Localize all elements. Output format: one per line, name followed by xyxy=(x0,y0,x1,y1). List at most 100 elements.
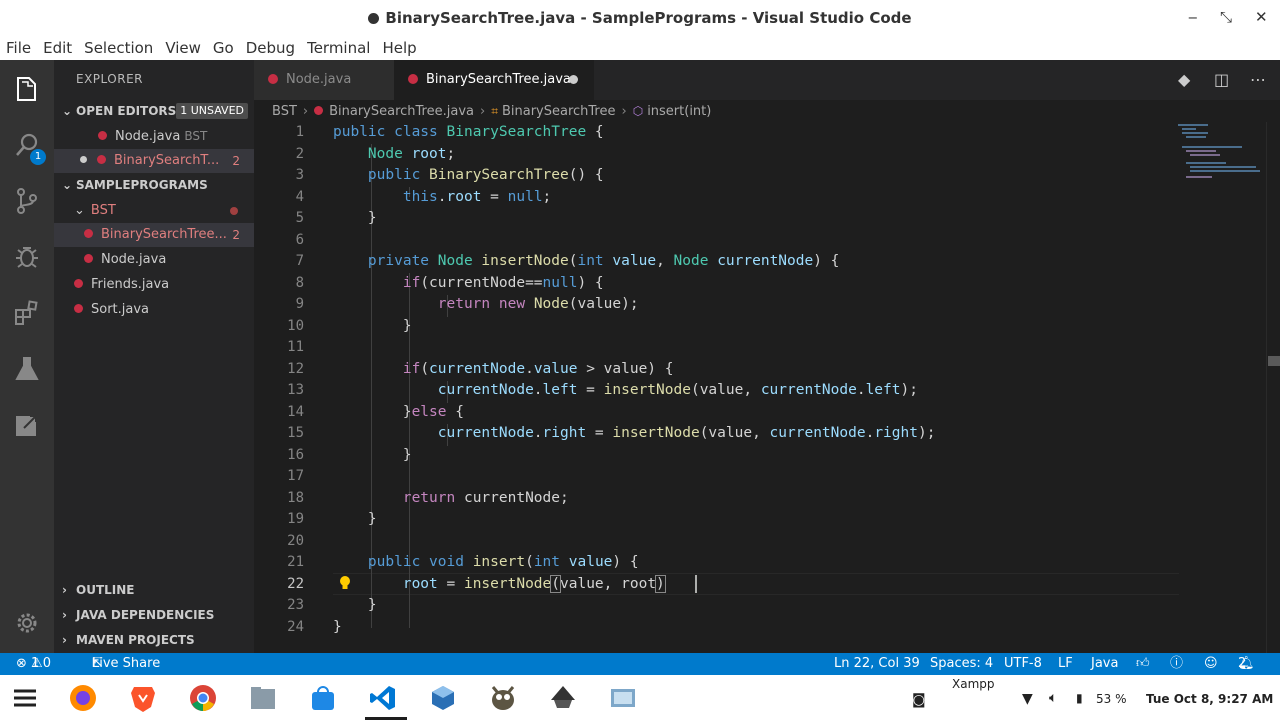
vscode-icon[interactable] xyxy=(368,683,398,713)
method-icon: ⬡ xyxy=(632,104,644,118)
git-compare-icon[interactable]: ◆ xyxy=(1178,70,1190,89)
menu-terminal[interactable]: Terminal xyxy=(307,39,370,57)
warning-count: 0 xyxy=(42,656,51,671)
cursor-position[interactable]: Ln 22, Col 39 xyxy=(834,653,920,675)
file-friends-java[interactable]: Friends.java xyxy=(54,273,254,297)
breadcrumb-method[interactable]: insert(int) xyxy=(647,104,711,119)
java-file-icon xyxy=(84,229,93,238)
tab-node-java[interactable]: Node.java xyxy=(254,60,394,100)
live-share-icon[interactable] xyxy=(12,410,42,440)
menu-icon[interactable] xyxy=(10,683,40,713)
breadcrumb-file[interactable]: BinarySearchTree.java xyxy=(329,104,474,119)
source-control-icon[interactable] xyxy=(12,186,42,216)
chevron-down-icon: ⌄ xyxy=(62,178,73,192)
menu-view[interactable]: View xyxy=(165,39,201,57)
screen-capture-icon[interactable] xyxy=(608,683,638,713)
debug-icon[interactable] xyxy=(12,242,42,272)
volume-icon[interactable]: 🔈︎ xyxy=(1049,690,1057,706)
title-bar: BinarySearchTree.java - SamplePrograms -… xyxy=(0,0,1280,36)
extensions-icon[interactable] xyxy=(12,298,42,328)
files-icon[interactable] xyxy=(12,74,42,104)
code-line: return currentNode; xyxy=(402,489,569,506)
clock[interactable]: Tue Oct 8, 9:27 AM xyxy=(1146,692,1273,706)
open-editor-label: Node.java xyxy=(115,129,181,144)
maven-projects-section[interactable]: › MAVEN PROJECTS xyxy=(54,629,254,651)
settings-gear-icon[interactable] xyxy=(12,608,42,638)
scrollbar-marker xyxy=(1268,356,1280,366)
open-editors-label: OPEN EDITORS xyxy=(76,104,177,118)
open-editors-header[interactable]: ⌄ OPEN EDITORS 1 UNSAVED xyxy=(54,100,254,122)
java-file-icon xyxy=(74,279,83,288)
code-line: public void insert(int value) { xyxy=(367,554,639,570)
code-editor[interactable]: 1 2 3 4 5 6 7 8 9 10 11 12 13 14 15 16 17 18 19 20 21 22 23 24 … xyxy=(254,122,1280,653)
camera-icon[interactable]: ◙ xyxy=(912,692,926,708)
section-label: JAVA DEPENDENCIES xyxy=(76,608,215,622)
split-editor-icon[interactable]: ◫ xyxy=(1214,70,1229,89)
files-icon[interactable] xyxy=(248,683,278,713)
error-count: 1 xyxy=(31,656,40,671)
file-node-java[interactable]: Node.java xyxy=(54,248,254,272)
line-number: 21 xyxy=(287,554,304,570)
firefox-icon[interactable] xyxy=(68,683,98,713)
problems-indicator[interactable]: ⊗ 1 ⚠ 0 xyxy=(16,653,51,675)
modified-dot-icon[interactable] xyxy=(80,156,87,163)
line-number: 5 xyxy=(295,210,304,226)
search-icon[interactable] xyxy=(12,130,42,160)
line-number: 16 xyxy=(287,446,304,463)
project-header[interactable]: ⌄ SAMPLEPROGRAMS xyxy=(54,174,254,196)
code-line: if(currentNode==null) { xyxy=(402,274,604,291)
minimap[interactable] xyxy=(1178,122,1268,182)
menu-edit[interactable]: Edit xyxy=(43,39,72,57)
menu-file[interactable]: File xyxy=(6,39,31,57)
file-label: Node.java xyxy=(101,252,167,267)
explorer-sidebar: EXPLORER ⌄ OPEN EDITORS 1 UNSAVED Node.ja… xyxy=(54,60,254,653)
brave-icon[interactable] xyxy=(128,683,158,713)
chrome-icon[interactable] xyxy=(188,683,218,713)
folder-bst[interactable]: ⌄ BST xyxy=(54,199,254,223)
live-share-label: Live Share xyxy=(92,656,161,671)
modified-dot-icon[interactable] xyxy=(569,75,578,84)
unsaved-badge: 1 UNSAVED xyxy=(176,103,248,119)
line-number: 22 xyxy=(287,575,304,592)
menu-selection[interactable]: Selection xyxy=(84,39,153,57)
menu-debug[interactable]: Debug xyxy=(246,39,295,57)
encoding[interactable]: UTF-8 xyxy=(1004,653,1042,675)
line-number: 18 xyxy=(287,489,304,506)
indentation[interactable]: Spaces: 4 xyxy=(930,653,993,675)
tab-label: BinarySearchTree.java xyxy=(426,72,571,87)
outline-section[interactable]: › OUTLINE xyxy=(54,579,254,601)
virtualbox-icon[interactable] xyxy=(428,683,458,713)
open-editor-node-java[interactable]: Node.java BST xyxy=(54,124,254,148)
file-binarysearchtree[interactable]: BinarySearchTree... 2 xyxy=(54,223,254,247)
close-button[interactable]: ✕ xyxy=(1255,8,1268,26)
breadcrumb-folder[interactable]: BST xyxy=(272,104,297,119)
inkscape-icon[interactable] xyxy=(548,683,578,713)
menu-help[interactable]: Help xyxy=(382,39,416,57)
feedback-smiley-icon[interactable]: ☺ xyxy=(1204,653,1218,675)
java-file-icon xyxy=(314,106,324,115)
thumbs-up-icon[interactable]: 👍︎ xyxy=(1136,653,1150,675)
more-actions-icon[interactable]: ⋯ xyxy=(1250,70,1266,89)
test-flask-icon[interactable] xyxy=(12,354,42,384)
battery-icon[interactable]: ▮ xyxy=(1076,691,1083,705)
project-label: SAMPLEPROGRAMS xyxy=(76,178,208,192)
gimp-icon[interactable] xyxy=(488,683,518,713)
section-label: MAVEN PROJECTS xyxy=(76,633,195,647)
maximize-button[interactable]: ⤡ xyxy=(1220,8,1232,26)
info-icon[interactable]: ⓘ xyxy=(1170,653,1183,675)
breadcrumb-class[interactable]: BinarySearchTree xyxy=(502,104,616,119)
open-editor-binarysearchtree[interactable]: BinarySearchT... 2 xyxy=(54,149,254,173)
vertical-scrollbar[interactable] xyxy=(1266,122,1280,653)
line-ending[interactable]: LF xyxy=(1058,653,1073,675)
menu-go[interactable]: Go xyxy=(213,39,234,57)
explorer-title: EXPLORER xyxy=(76,72,143,86)
file-sort-java[interactable]: Sort.java xyxy=(54,298,254,322)
tray-label[interactable]: Xampp xyxy=(952,677,995,691)
wifi-icon[interactable]: ▼ xyxy=(1022,691,1033,707)
store-icon[interactable] xyxy=(308,683,338,713)
java-dependencies-section[interactable]: › JAVA DEPENDENCIES xyxy=(54,604,254,626)
minimize-button[interactable]: ‒ xyxy=(1188,8,1198,26)
tab-binarysearchtree-java[interactable]: BinarySearchTree.java xyxy=(394,60,594,100)
language-mode[interactable]: Java xyxy=(1091,653,1118,675)
system-taskbar: Xampp ◙ ▼ 🔈︎ ▮ 53 % Tue Oct 8, 9:27 AM xyxy=(0,675,1280,720)
